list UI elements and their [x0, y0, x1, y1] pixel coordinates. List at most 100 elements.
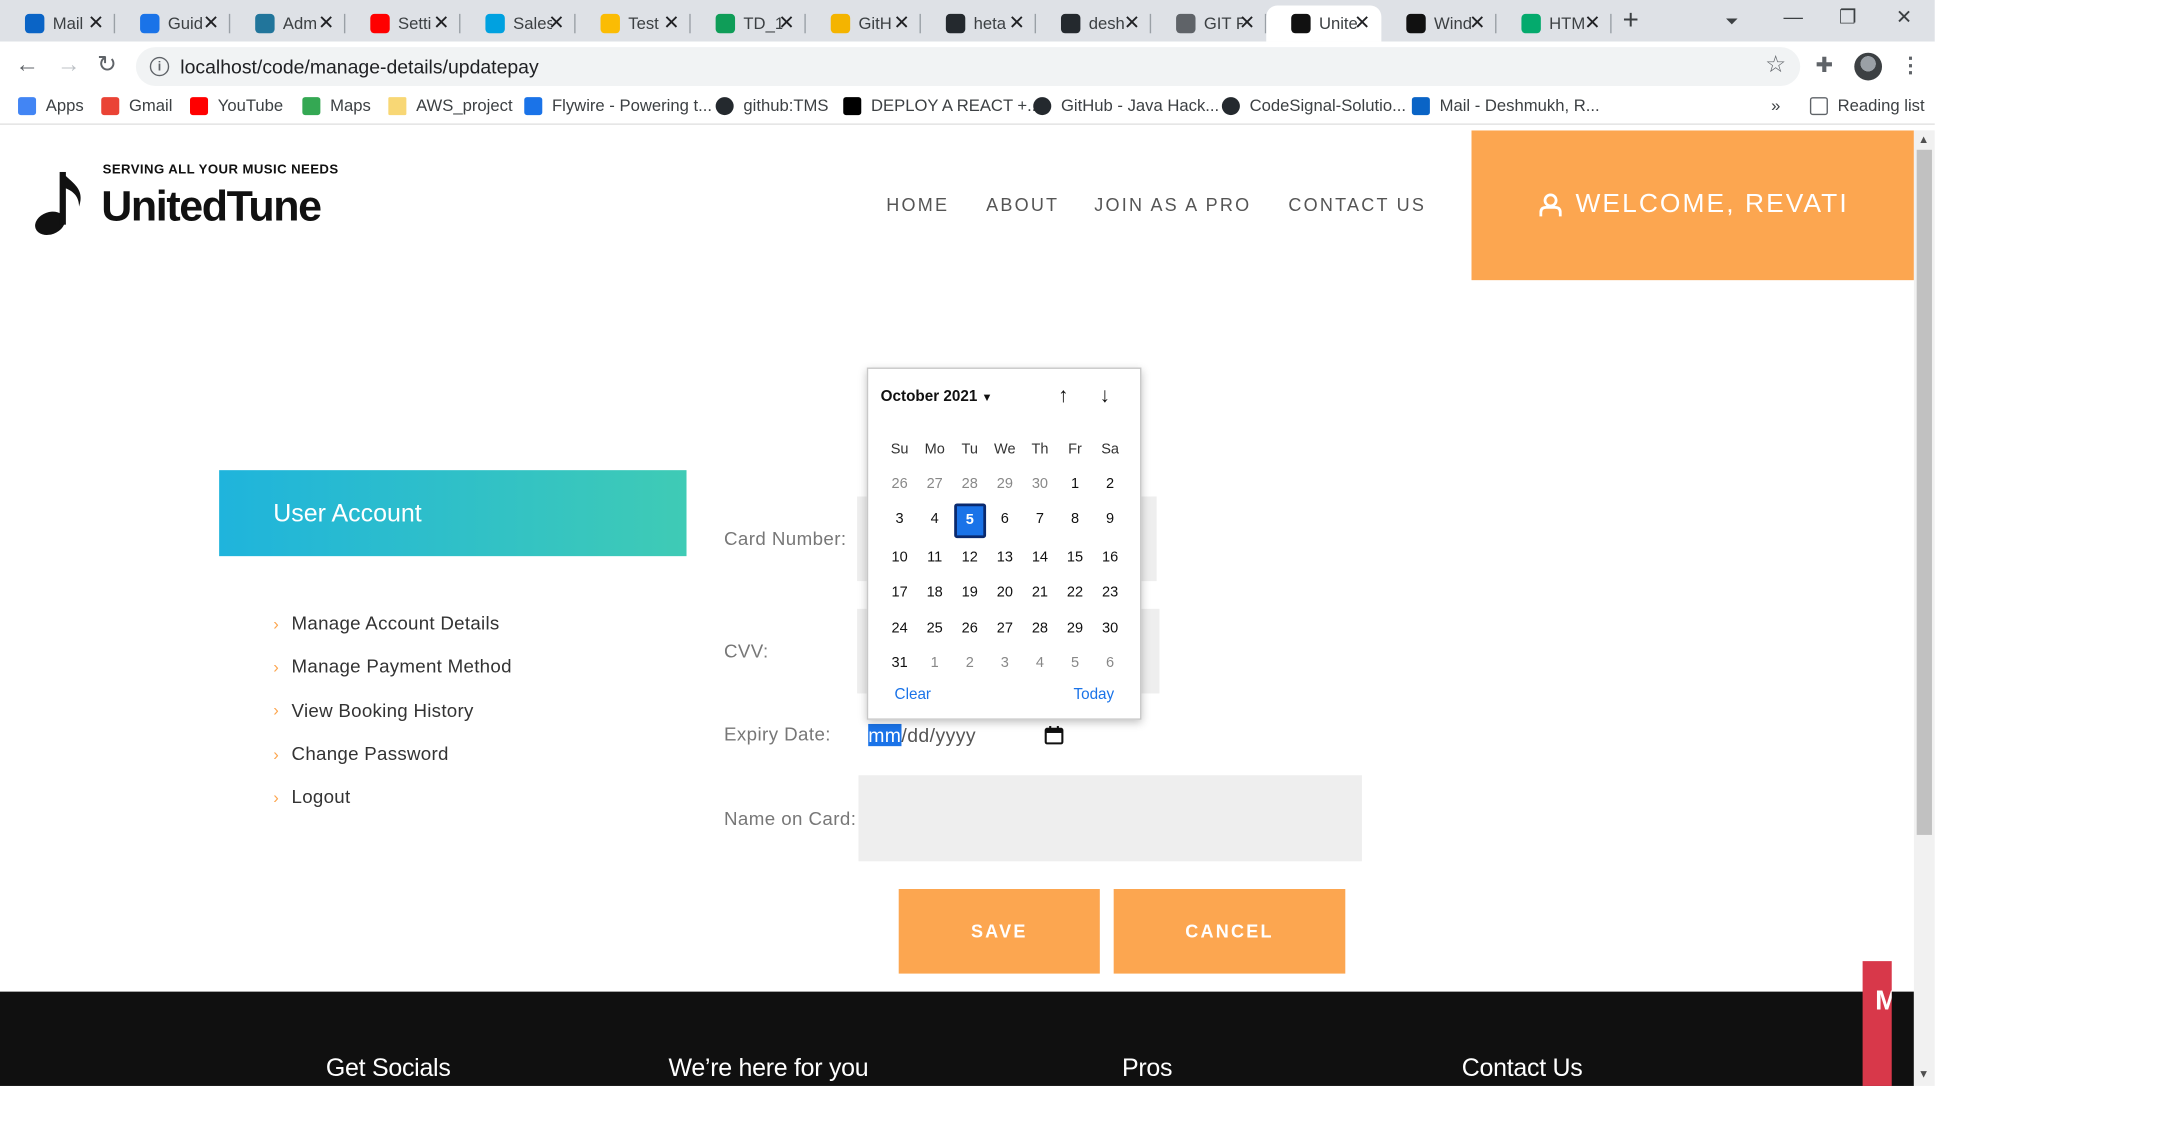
- calendar-day[interactable]: 11: [917, 540, 952, 575]
- previous-month-arrow-icon[interactable]: ↑: [1058, 384, 1068, 408]
- reload-icon[interactable]: ↻: [97, 51, 117, 79]
- close-tab-icon[interactable]: ✕: [1124, 11, 1140, 35]
- calendar-day[interactable]: 6: [1093, 646, 1128, 681]
- expiry-month-segment[interactable]: mm: [868, 723, 902, 747]
- bookmark-item[interactable]: YouTube: [190, 96, 283, 115]
- nav-contact-us[interactable]: CONTACT US: [1288, 194, 1426, 215]
- nav-home[interactable]: HOME: [886, 194, 949, 215]
- calendar-day[interactable]: 1: [917, 646, 952, 681]
- calendar-day[interactable]: 8: [1057, 501, 1092, 536]
- bookmark-item[interactable]: Apps: [18, 96, 84, 115]
- calendar-day[interactable]: 24: [882, 610, 917, 645]
- calendar-day[interactable]: 4: [917, 501, 952, 536]
- calendar-day[interactable]: 17: [882, 575, 917, 610]
- calendar-day[interactable]: 10: [882, 540, 917, 575]
- calendar-day[interactable]: 31: [882, 646, 917, 681]
- menu-kebab-icon[interactable]: ⋮: [1900, 53, 1921, 78]
- cancel-button[interactable]: CANCEL: [1113, 889, 1346, 974]
- close-tab-icon[interactable]: ✕: [778, 11, 794, 35]
- next-month-arrow-icon[interactable]: ↓: [1100, 384, 1110, 408]
- calendar-day[interactable]: 26: [882, 466, 917, 501]
- calendar-day[interactable]: 3: [987, 646, 1022, 681]
- name-on-card-field[interactable]: [858, 775, 1362, 862]
- profile-avatar[interactable]: [1854, 52, 1883, 81]
- menu-view-booking-history[interactable]: › View Booking History: [273, 689, 512, 732]
- reading-list-button[interactable]: Reading list: [1809, 96, 1925, 115]
- clear-date-button[interactable]: Clear: [895, 687, 931, 704]
- close-tab-icon[interactable]: ✕: [894, 11, 910, 35]
- calendar-day[interactable]: 28: [1022, 610, 1057, 645]
- floating-chat-badge[interactable]: M: [1862, 961, 1892, 1086]
- nav-about[interactable]: ABOUT: [986, 194, 1059, 215]
- browser-tab[interactable]: Test ✕: [576, 6, 691, 42]
- calendar-day[interactable]: 14: [1022, 540, 1057, 575]
- month-year-selector[interactable]: October 2021 ▼: [881, 388, 993, 405]
- calendar-day[interactable]: 4: [1022, 646, 1057, 681]
- back-icon[interactable]: ←: [15, 51, 39, 79]
- calendar-day[interactable]: 12: [952, 540, 987, 575]
- more-bookmarks-button[interactable]: »: [1771, 96, 1780, 115]
- close-tab-icon[interactable]: ✕: [88, 11, 104, 35]
- menu-change-password[interactable]: › Change Password: [273, 732, 512, 775]
- minimize-icon[interactable]: —: [1784, 6, 1803, 28]
- calendar-day[interactable]: 1: [1057, 466, 1092, 501]
- calendar-day[interactable]: 15: [1057, 540, 1092, 575]
- calendar-day[interactable]: 20: [987, 575, 1022, 610]
- expiry-date-field[interactable]: mm/dd/yyyy: [868, 723, 976, 747]
- close-tab-icon[interactable]: ✕: [1584, 11, 1600, 35]
- forward-icon[interactable]: →: [57, 51, 81, 79]
- calendar-day[interactable]: 25: [917, 610, 952, 645]
- extensions-icon[interactable]: ✚: [1815, 53, 1832, 78]
- browser-tab[interactable]: heta ✕: [921, 6, 1037, 42]
- welcome-button[interactable]: WELCOME, REVATI: [1471, 130, 1914, 281]
- bookmark-item[interactable]: Mail - Deshmukh, R...: [1411, 96, 1600, 115]
- bookmark-item[interactable]: AWS_project: [388, 96, 513, 115]
- calendar-day[interactable]: 13: [987, 540, 1022, 575]
- close-tab-icon[interactable]: ✕: [203, 11, 219, 35]
- calendar-day[interactable]: 2: [952, 646, 987, 681]
- calendar-day[interactable]: 19: [952, 575, 987, 610]
- browser-tab[interactable]: Adm ✕: [230, 6, 346, 42]
- calendar-day[interactable]: 27: [917, 466, 952, 501]
- close-tab-icon[interactable]: ✕: [1239, 11, 1255, 35]
- calendar-day[interactable]: 30: [1022, 466, 1057, 501]
- selected-day-cell[interactable]: 5: [953, 502, 986, 539]
- bookmark-item[interactable]: Gmail: [101, 96, 172, 115]
- menu-manage-account-details[interactable]: › Manage Account Details: [273, 602, 512, 645]
- calendar-day[interactable]: 7: [1022, 501, 1057, 536]
- expiry-rest-segment[interactable]: /dd/yyyy: [901, 724, 976, 746]
- calendar-day[interactable]: 6: [987, 501, 1022, 536]
- browser-tab[interactable]: desh ✕: [1036, 6, 1152, 42]
- calendar-day[interactable]: 27: [987, 610, 1022, 645]
- scroll-up-arrow-icon[interactable]: ▲: [1918, 133, 1929, 145]
- close-tab-icon[interactable]: ✕: [1469, 11, 1485, 35]
- restore-icon[interactable]: ❐: [1839, 6, 1856, 30]
- scroll-down-arrow-icon[interactable]: ▼: [1918, 1068, 1929, 1080]
- calendar-day[interactable]: 22: [1057, 575, 1092, 610]
- bookmark-item[interactable]: CodeSignal-Solutio...: [1221, 96, 1406, 115]
- browser-tab[interactable]: Guid ✕: [115, 6, 231, 42]
- close-tab-icon[interactable]: ✕: [1009, 11, 1025, 35]
- calendar-day[interactable]: 26: [952, 610, 987, 645]
- browser-tab[interactable]: HTM ✕: [1496, 6, 1612, 42]
- close-tab-icon[interactable]: ✕: [433, 11, 449, 35]
- tab-search-icon[interactable]: ⏷: [1725, 11, 1738, 32]
- calendar-day[interactable]: 29: [1057, 610, 1092, 645]
- browser-tab[interactable]: Mail ✕: [0, 6, 116, 42]
- bookmark-item[interactable]: DEPLOY A REACT +...: [843, 96, 1041, 115]
- close-tab-icon[interactable]: ✕: [318, 11, 334, 35]
- calendar-day[interactable]: 21: [1022, 575, 1057, 610]
- close-tab-icon[interactable]: ✕: [663, 11, 679, 35]
- bookmark-item[interactable]: GitHub - Java Hack...: [1033, 96, 1219, 115]
- bookmark-item[interactable]: github:TMS: [715, 96, 828, 115]
- calendar-day[interactable]: 23: [1093, 575, 1128, 610]
- close-tab-icon[interactable]: ✕: [548, 11, 564, 35]
- calendar-day[interactable]: 3: [882, 501, 917, 536]
- browser-tab[interactable]: Sales ✕: [460, 6, 576, 42]
- browser-tab[interactable]: Setti ✕: [345, 6, 461, 42]
- calendar-day[interactable]: 5: [1057, 646, 1092, 681]
- menu-manage-payment-method[interactable]: › Manage Payment Method: [273, 645, 512, 688]
- calendar-day[interactable]: 28: [952, 466, 987, 501]
- browser-tab[interactable]: Wind ✕: [1381, 6, 1497, 42]
- bookmark-star-icon[interactable]: ☆: [1765, 51, 1786, 79]
